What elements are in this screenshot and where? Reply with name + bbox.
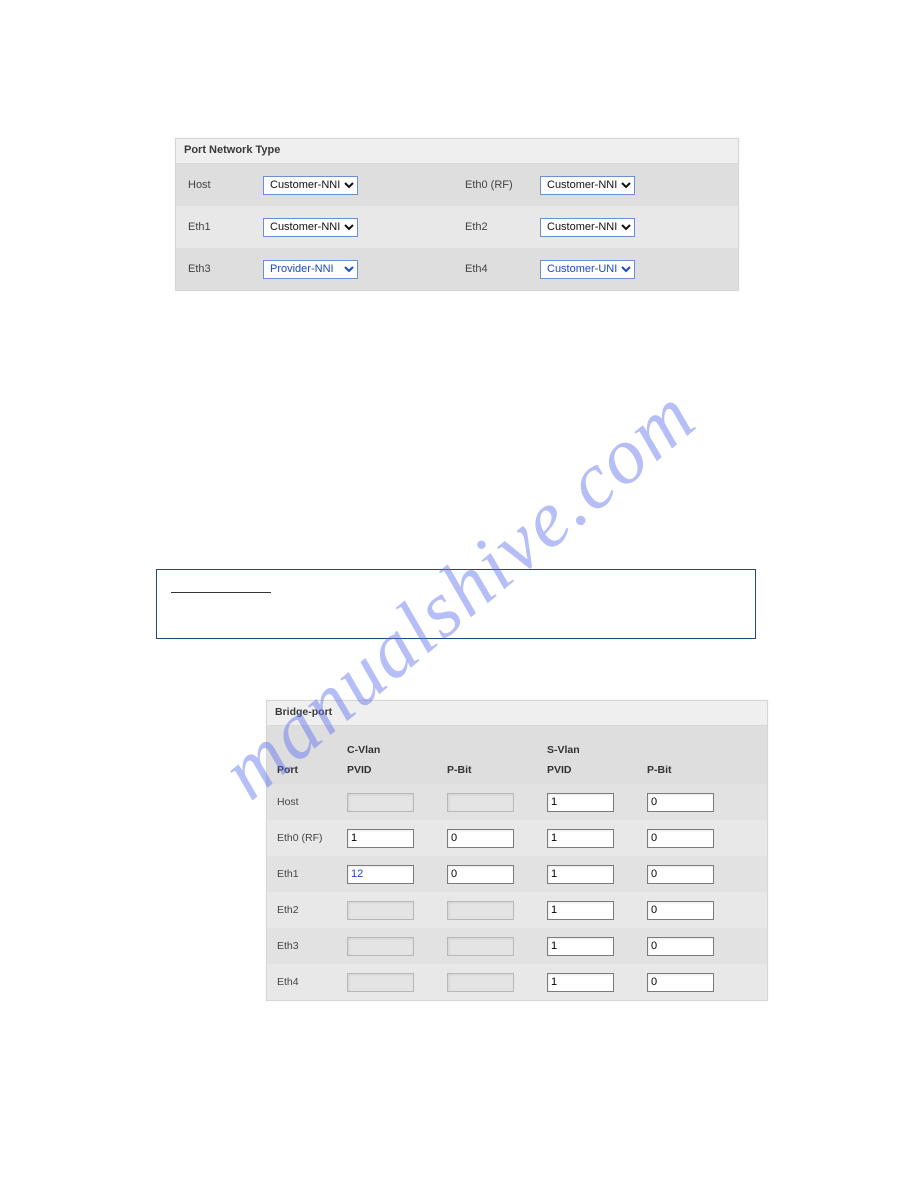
bp-cpvid-input[interactable] <box>347 937 414 956</box>
bp-cpvid-input[interactable] <box>347 829 414 848</box>
pnt-row: Eth3 Provider-NNI Eth4 Customer-UNI <box>176 248 738 290</box>
bp-port-label: Eth1 <box>277 868 347 880</box>
pnt-row: Host Customer-NNI Eth0 (RF) Customer-NNI <box>176 164 738 206</box>
pnt-ctl: Customer-UNI <box>540 260 730 279</box>
bp-cpbit-input[interactable] <box>447 937 514 956</box>
bp-spbit-input[interactable] <box>647 901 714 920</box>
bp-spvid-input[interactable] <box>547 901 614 920</box>
bp-spbit-input[interactable] <box>647 829 714 848</box>
pnt-label-host: Host <box>176 179 263 191</box>
bp-cpbit-input[interactable] <box>447 865 514 884</box>
callout-underline <box>171 592 271 593</box>
pnt-label-eth2: Eth2 <box>453 221 540 233</box>
bp-spvid-input[interactable] <box>547 973 614 992</box>
bp-group-cvlan: C-Vlan <box>347 744 547 756</box>
bp-cpbit-input[interactable] <box>447 973 514 992</box>
bp-cpbit-input[interactable] <box>447 829 514 848</box>
pnt-ctl: Customer-NNI <box>540 176 730 195</box>
pnt-ctl: Customer-NNI <box>540 218 730 237</box>
bp-spvid-input[interactable] <box>547 793 614 812</box>
bp-row: Eth3 <box>267 928 767 964</box>
eth2-network-type-select[interactable]: Customer-NNI <box>540 218 635 237</box>
bp-row: Host <box>267 784 767 820</box>
eth4-network-type-select[interactable]: Customer-UNI <box>540 260 635 279</box>
bp-cpvid-input[interactable] <box>347 793 414 812</box>
bp-spvid-input[interactable] <box>547 829 614 848</box>
bp-row: Eth1 <box>267 856 767 892</box>
bp-col-port: Port <box>277 764 347 776</box>
bp-spvid-input[interactable] <box>547 865 614 884</box>
pnt-ctl: Customer-NNI <box>263 218 453 237</box>
bp-cpbit-input[interactable] <box>447 901 514 920</box>
eth3-network-type-select[interactable]: Provider-NNI <box>263 260 358 279</box>
host-network-type-select[interactable]: Customer-NNI <box>263 176 358 195</box>
pnt-label-eth0: Eth0 (RF) <box>453 179 540 191</box>
pnt-row: Eth1 Customer-NNI Eth2 Customer-NNI <box>176 206 738 248</box>
bp-port-label: Eth4 <box>277 976 347 988</box>
bp-port-label: Eth3 <box>277 940 347 952</box>
bp-cpbit-input[interactable] <box>447 793 514 812</box>
bp-port-label: Host <box>277 796 347 808</box>
bp-row: Eth0 (RF) <box>267 820 767 856</box>
bp-spvid-input[interactable] <box>547 937 614 956</box>
bp-cpvid-input[interactable] <box>347 901 414 920</box>
pnt-label-eth3: Eth3 <box>176 263 263 275</box>
pnt-ctl: Provider-NNI <box>263 260 453 279</box>
bridge-port-title: Bridge-port <box>267 701 767 726</box>
bridge-port-panel: Bridge-port C-Vlan S-Vlan Port PVID P-Bi… <box>266 700 768 1001</box>
pnt-label-eth1: Eth1 <box>176 221 263 233</box>
bp-group-svlan: S-Vlan <box>547 744 747 756</box>
bp-port-label: Eth0 (RF) <box>277 832 347 844</box>
bp-group-header-row: C-Vlan S-Vlan <box>267 726 767 756</box>
bp-cpvid-input[interactable] <box>347 973 414 992</box>
bp-col-header-row: Port PVID P-Bit PVID P-Bit <box>267 756 767 784</box>
pnt-ctl: Customer-NNI <box>263 176 453 195</box>
callout-box <box>156 569 756 639</box>
bp-col-spbit: P-Bit <box>647 764 747 776</box>
pnt-label-eth4: Eth4 <box>453 263 540 275</box>
bp-col-spvid: PVID <box>547 764 647 776</box>
bp-col-cpvid: PVID <box>347 764 447 776</box>
bp-spbit-input[interactable] <box>647 865 714 884</box>
port-network-type-title: Port Network Type <box>176 139 738 164</box>
bp-spbit-input[interactable] <box>647 973 714 992</box>
bp-spbit-input[interactable] <box>647 937 714 956</box>
port-network-type-panel: Port Network Type Host Customer-NNI Eth0… <box>175 138 739 291</box>
eth1-network-type-select[interactable]: Customer-NNI <box>263 218 358 237</box>
port-network-type-body: Host Customer-NNI Eth0 (RF) Customer-NNI… <box>176 164 738 290</box>
bp-row: Eth2 <box>267 892 767 928</box>
bp-spbit-input[interactable] <box>647 793 714 812</box>
bp-cpvid-input[interactable] <box>347 865 414 884</box>
bp-port-label: Eth2 <box>277 904 347 916</box>
bp-col-cpbit: P-Bit <box>447 764 547 776</box>
bp-row: Eth4 <box>267 964 767 1000</box>
eth0-network-type-select[interactable]: Customer-NNI <box>540 176 635 195</box>
bridge-port-body: C-Vlan S-Vlan Port PVID P-Bit PVID P-Bit… <box>267 726 767 1000</box>
